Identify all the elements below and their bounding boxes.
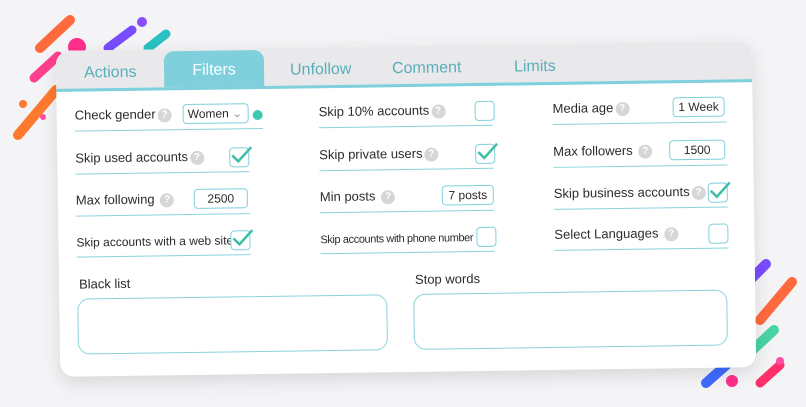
skip-business-label: Skip business accounts xyxy=(553,184,690,202)
min-posts-row: Min posts ? 7 posts xyxy=(319,179,495,214)
skip-private-label: Skip private users xyxy=(319,146,423,163)
skip-10-percent-checkbox[interactable] xyxy=(474,100,495,122)
max-followers-field[interactable]: 1500 xyxy=(669,139,726,161)
skip-web-site-row: Skip accounts with a web site xyxy=(76,224,254,258)
gender-select-value: Women xyxy=(187,106,229,122)
min-posts-label: Min posts xyxy=(319,188,376,205)
help-icon[interactable]: ? xyxy=(424,147,439,162)
skip-10-percent-row: Skip 10% accounts? xyxy=(318,94,495,129)
help-icon[interactable]: ? xyxy=(160,193,175,208)
chevron-down-icon: ⌄ xyxy=(232,106,243,121)
gender-select[interactable]: Women ⌄ xyxy=(182,103,249,125)
tab-filters[interactable]: Filters xyxy=(163,49,265,88)
skip-used-row: Skip used accounts? xyxy=(75,141,253,175)
help-icon[interactable]: ? xyxy=(381,190,396,205)
help-icon[interactable]: ? xyxy=(157,108,172,123)
help-icon[interactable]: ? xyxy=(638,144,653,159)
tab-actions[interactable]: Actions xyxy=(84,58,137,89)
select-languages-row: Select Languages ? xyxy=(554,217,729,251)
black-list-label: Black list xyxy=(78,275,131,292)
min-posts-field[interactable]: 7 posts xyxy=(441,184,494,206)
help-icon[interactable]: ? xyxy=(615,101,630,117)
skip-used-label: Skip used accounts xyxy=(75,149,189,167)
media-age-row: Media age? 1 Week xyxy=(552,91,727,125)
media-age-label: Media age xyxy=(552,100,614,117)
skip-web-site-label: Skip accounts with a web site xyxy=(76,233,234,250)
max-following-label: Max following xyxy=(75,191,155,209)
checkmark-icon xyxy=(231,146,253,164)
stop-words-textarea[interactable] xyxy=(413,289,728,350)
max-following-field[interactable]: 2500 xyxy=(193,188,248,209)
skip-used-checkbox[interactable] xyxy=(229,146,253,168)
help-icon[interactable]: ? xyxy=(664,227,679,242)
checkmark-icon xyxy=(232,229,254,247)
skip-phone-label: Skip accounts with phone number xyxy=(320,232,474,247)
help-icon[interactable]: ? xyxy=(431,104,446,119)
max-following-row: Max following ? 2500 xyxy=(75,183,251,217)
help-icon[interactable]: ? xyxy=(691,185,706,201)
select-languages-checkbox[interactable] xyxy=(708,223,729,244)
help-icon[interactable]: ? xyxy=(189,150,205,166)
filters-panel: Actions Filters Unfollow Comment Limits … xyxy=(55,41,757,377)
tab-bar: Actions Filters Unfollow Comment Limits xyxy=(55,41,753,92)
skip-web-site-checkbox[interactable] xyxy=(230,229,254,251)
skip-business-row: Skip business accounts? xyxy=(553,176,731,210)
checkmark-icon xyxy=(477,142,499,160)
tab-limits[interactable]: Limits xyxy=(514,52,556,83)
skip-business-checkbox[interactable] xyxy=(707,181,731,203)
stop-words-label: Stop words xyxy=(414,270,481,287)
status-dot xyxy=(252,109,263,121)
max-followers-row: Max followers ? 1500 xyxy=(553,134,728,168)
media-age-field[interactable]: 1 Week xyxy=(672,96,725,118)
check-gender-row: Check gender? Women ⌄ xyxy=(74,97,263,132)
skip-private-row: Skip private users? xyxy=(319,137,499,172)
select-languages-label: Select Languages xyxy=(554,225,659,243)
black-list-textarea[interactable] xyxy=(77,294,388,355)
max-followers-label: Max followers xyxy=(553,143,633,160)
skip-phone-row: Skip accounts with phone number xyxy=(320,220,497,255)
tab-unfollow[interactable]: Unfollow xyxy=(290,55,352,86)
skip-phone-checkbox[interactable] xyxy=(476,226,497,248)
checkmark-icon xyxy=(709,181,731,199)
check-gender-label: Check gender xyxy=(74,106,156,124)
tab-comment[interactable]: Comment xyxy=(392,53,462,84)
skip-10-percent-label: Skip 10% accounts xyxy=(318,103,430,120)
skip-private-checkbox[interactable] xyxy=(475,142,499,165)
